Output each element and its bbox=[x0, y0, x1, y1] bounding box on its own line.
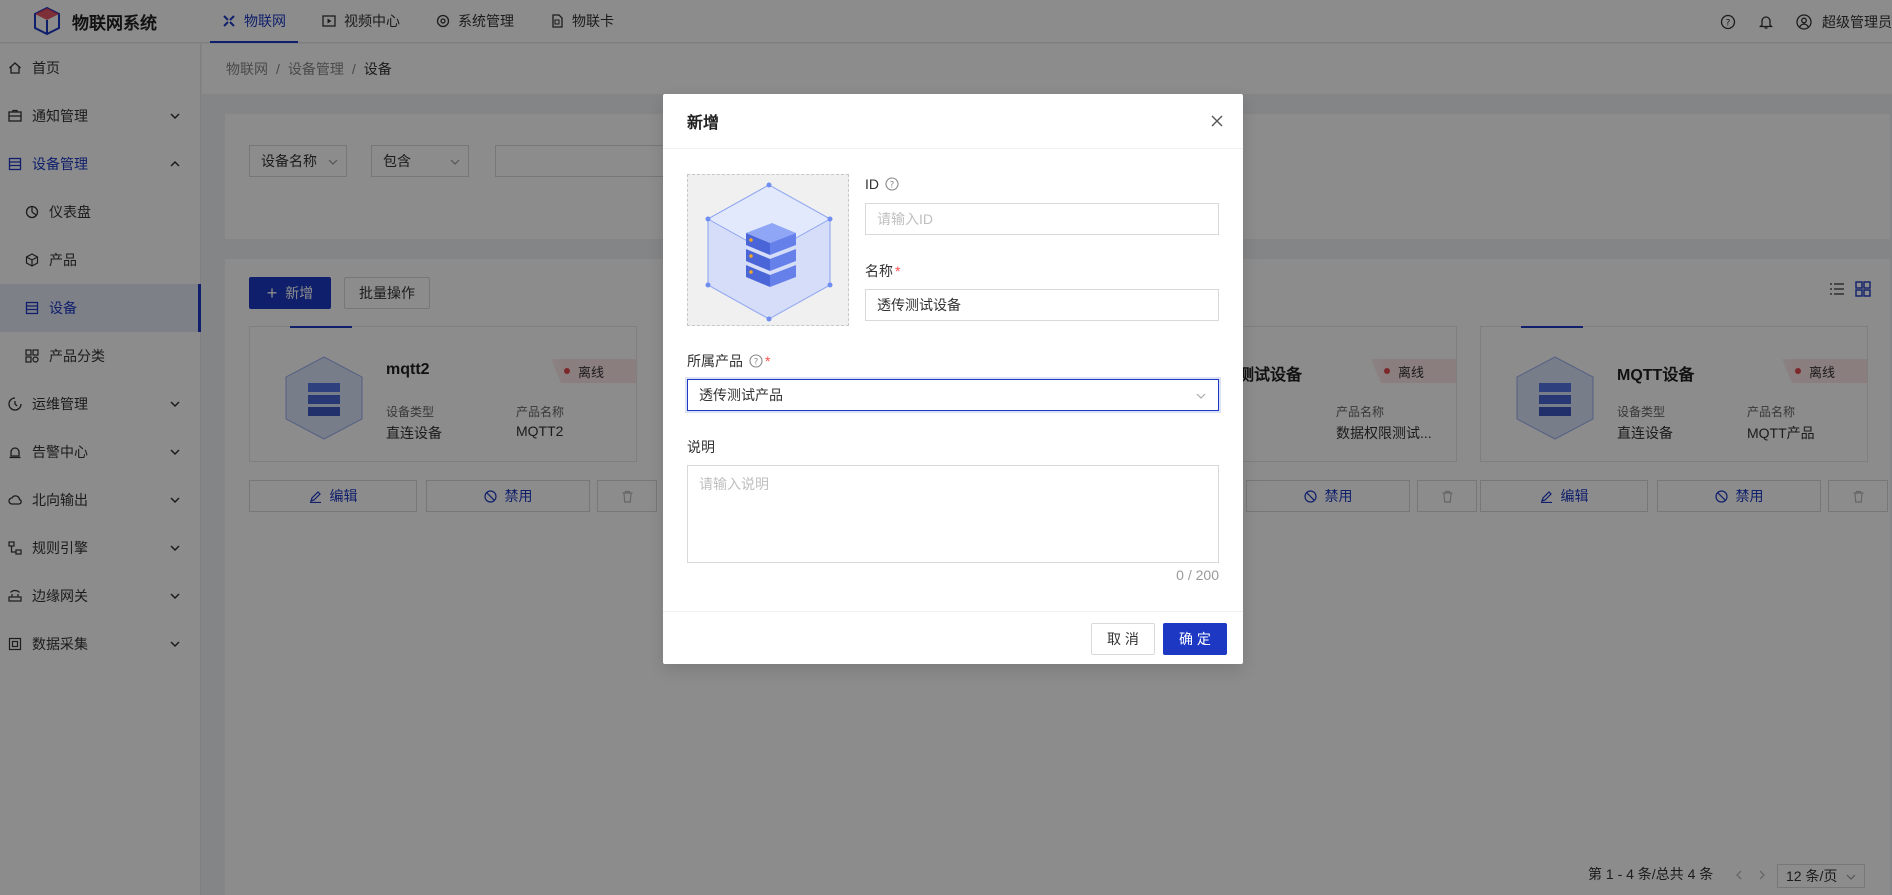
svg-text:?: ? bbox=[754, 357, 759, 367]
description-label: 说明 bbox=[687, 437, 715, 457]
server-device-icon bbox=[705, 182, 833, 322]
help-icon[interactable]: ? bbox=[749, 354, 763, 368]
confirm-label: 确 定 bbox=[1179, 631, 1211, 647]
svg-text:?: ? bbox=[890, 180, 895, 190]
modal-footer: 取 消 确 定 bbox=[663, 611, 1243, 664]
description-textarea[interactable]: 请输入说明 bbox=[687, 465, 1219, 563]
cancel-label: 取 消 bbox=[1107, 631, 1139, 647]
required-mark: * bbox=[895, 263, 901, 279]
id-label-text: ID bbox=[865, 176, 879, 192]
close-icon[interactable] bbox=[1209, 113, 1225, 129]
add-device-modal: 新增 ID ? 请输入ID 名称 * 透传测试设备 所属产品 ? * 透传测试产品 bbox=[663, 94, 1243, 664]
id-input[interactable]: 请输入ID bbox=[865, 203, 1219, 235]
name-input[interactable]: 透传测试设备 bbox=[865, 289, 1219, 321]
name-label: 名称 * bbox=[865, 261, 900, 281]
product-select-value: 透传测试产品 bbox=[699, 387, 783, 403]
modal-title: 新增 bbox=[687, 115, 720, 132]
modal-header: 新增 bbox=[663, 94, 1243, 149]
product-label-text: 所属产品 bbox=[687, 353, 743, 369]
device-image-upload[interactable] bbox=[687, 174, 849, 326]
name-label-text: 名称 bbox=[865, 263, 893, 279]
help-icon[interactable]: ? bbox=[885, 177, 899, 191]
chevron-down-icon bbox=[1196, 393, 1206, 399]
character-counter: 0 / 200 bbox=[1176, 567, 1219, 583]
product-select[interactable]: 透传测试产品 bbox=[687, 379, 1219, 411]
description-label-text: 说明 bbox=[687, 439, 715, 455]
cancel-button[interactable]: 取 消 bbox=[1091, 623, 1155, 655]
product-label: 所属产品 ? * bbox=[687, 351, 770, 371]
confirm-button[interactable]: 确 定 bbox=[1163, 623, 1227, 655]
required-mark: * bbox=[765, 353, 771, 369]
id-label: ID ? bbox=[865, 176, 899, 192]
